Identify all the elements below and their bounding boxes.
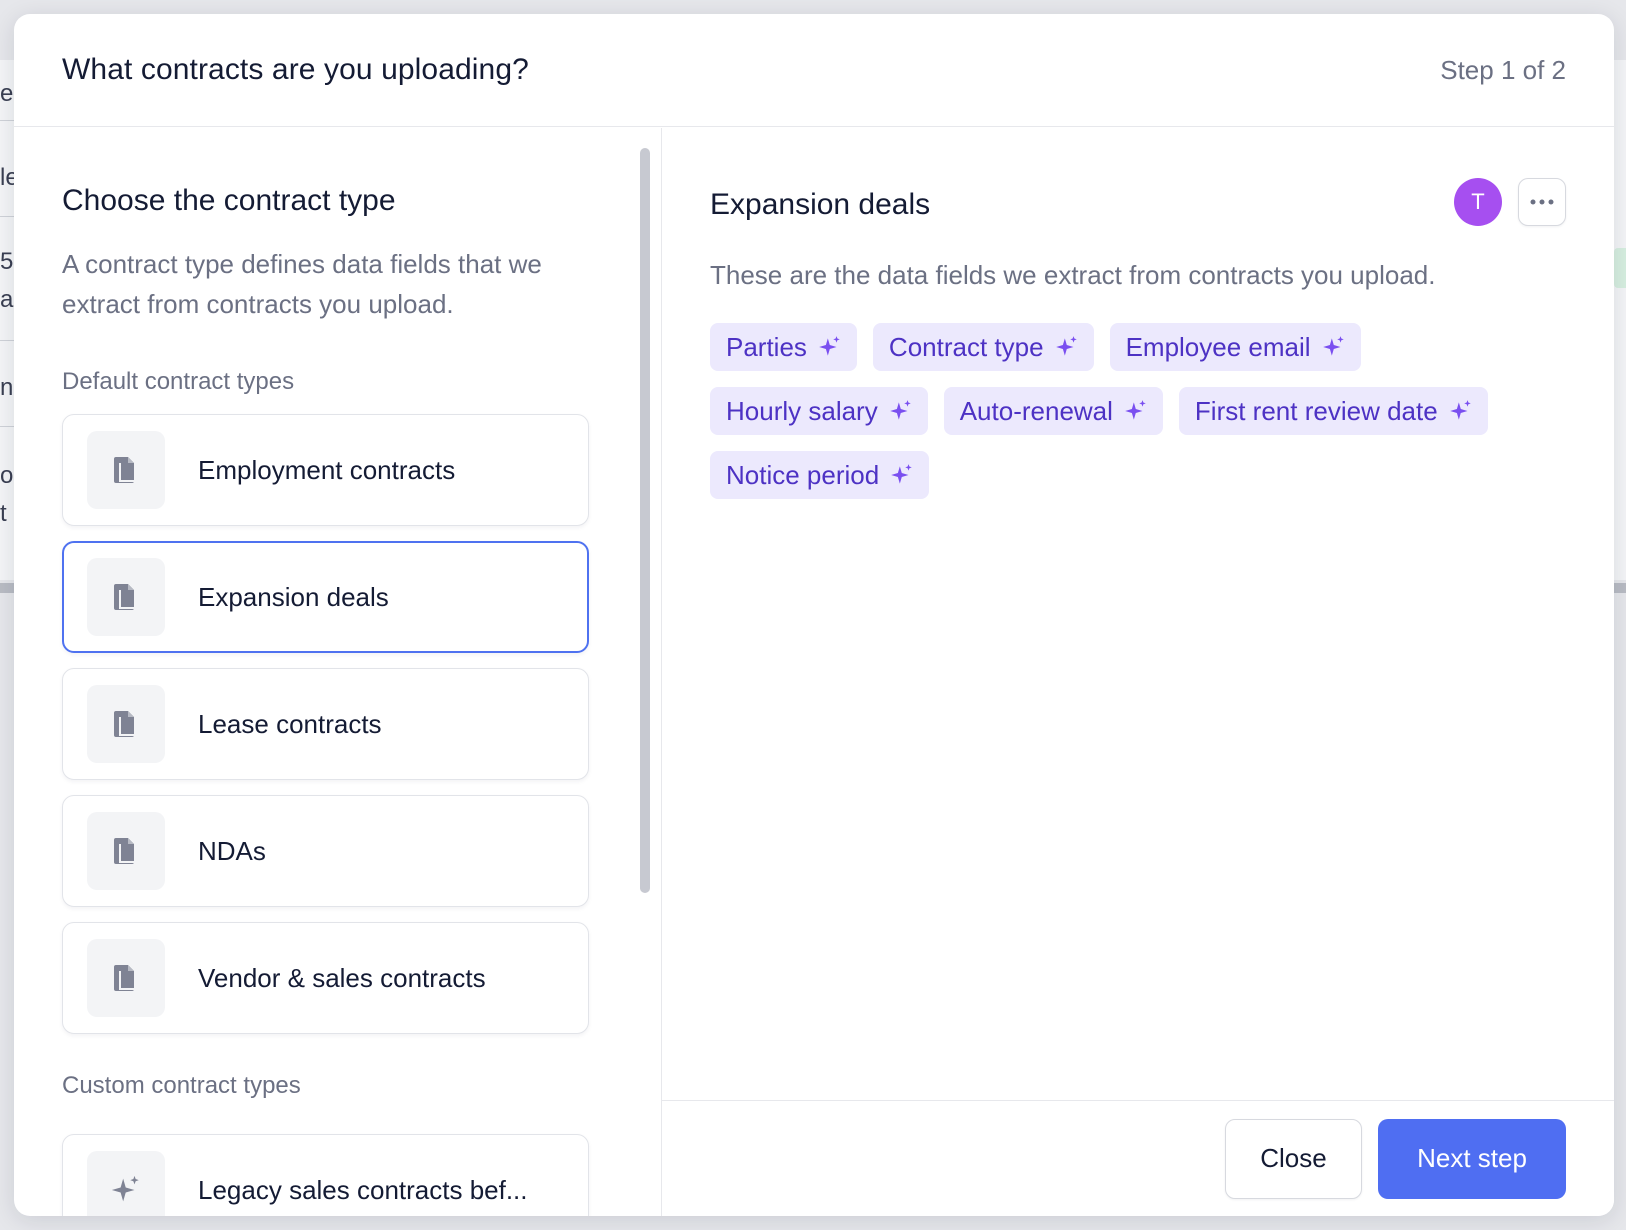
avatar[interactable]: T [1454,178,1502,226]
data-field-chip: Parties [710,323,857,371]
contract-type-picker[interactable]: Choose the contract type A contract type… [14,128,662,1216]
close-button[interactable]: Close [1225,1118,1362,1199]
data-field-label: First rent review date [1194,395,1438,426]
picker-title: Choose the contract type [62,184,396,217]
sparkle-icon [1125,400,1146,420]
contract-type-lease[interactable]: Lease contracts [62,668,589,780]
sparkle-icon [889,400,911,420]
background-text-fragment: a [0,286,14,313]
picker-description: A contract type defines data fields that… [62,249,542,319]
more-options-button[interactable] [1518,178,1566,226]
step-indicator: Step 1 of 2 [1440,54,1566,85]
data-field-chip: Auto-renewal [943,387,1163,435]
background-text-fragment: 5 [0,248,14,275]
modal-header: What contracts are you uploading? Step 1… [14,14,1614,127]
contract-type-label: NDAs [198,835,266,866]
data-field-list: Parties Contract type Employee email Hou… [710,323,1550,499]
document-icon [87,812,165,890]
data-field-label: Notice period [726,459,880,490]
data-field-chip: Notice period [710,451,930,499]
background-text-fragment: e [0,80,14,107]
data-field-label: Contract type [888,331,1044,362]
modal-body: Choose the contract type A contract type… [14,128,1614,1216]
more-dots-icon [1530,199,1554,205]
background-text-fragment: n [0,374,14,401]
contract-type-label: Vendor & sales contracts [198,962,486,993]
contract-type-label: Expansion deals [198,581,389,612]
contract-type-expansion-deals[interactable]: Expansion deals [62,541,589,653]
data-field-label: Hourly salary [726,395,878,426]
contract-type-legacy-sales[interactable]: Legacy sales contracts bef... [62,1134,589,1216]
custom-types-label: Custom contract types [62,1072,301,1099]
default-types-label: Default contract types [62,368,295,395]
sparkle-icon [1322,336,1344,356]
upload-modal: What contracts are you uploading? Step 1… [14,14,1614,1216]
background-status-pill [1614,248,1626,288]
data-field-chip: Employee email [1109,323,1361,371]
sparkle-icon [1449,400,1471,420]
sparkle-icon [1055,336,1077,356]
data-field-label: Parties [726,331,807,362]
data-field-label: Auto-renewal [959,395,1113,426]
data-field-label: Employee email [1125,331,1311,362]
document-icon [87,685,165,763]
modal-title: What contracts are you uploading? [62,53,529,86]
document-icon [87,939,165,1017]
contract-type-vendor-sales[interactable]: Vendor & sales contracts [62,922,589,1034]
contract-type-label: Employment contracts [198,454,456,485]
sparkle-icon [891,464,912,484]
details-description: These are the data fields we extract fro… [710,260,1436,290]
sparkle-icon [87,1151,165,1216]
document-icon [87,558,165,636]
contract-type-details: Expansion deals T These are the data fie… [662,128,1614,1216]
data-field-chip: First rent review date [1178,387,1488,435]
contract-type-ndas[interactable]: NDAs [62,795,589,907]
data-field-chip: Contract type [872,323,1094,371]
contract-type-label: Legacy sales contracts bef... [198,1174,528,1205]
details-title: Expansion deals [710,188,931,221]
sparkle-icon [819,336,840,356]
data-field-chip: Hourly salary [710,387,928,435]
document-icon [87,431,165,509]
next-step-button[interactable]: Next step [1378,1118,1566,1199]
contract-type-employment[interactable]: Employment contracts [62,414,589,526]
picker-scrollbar[interactable] [640,148,650,893]
contract-type-label: Lease contracts [198,708,382,739]
modal-footer: Close Next step [662,1100,1614,1216]
